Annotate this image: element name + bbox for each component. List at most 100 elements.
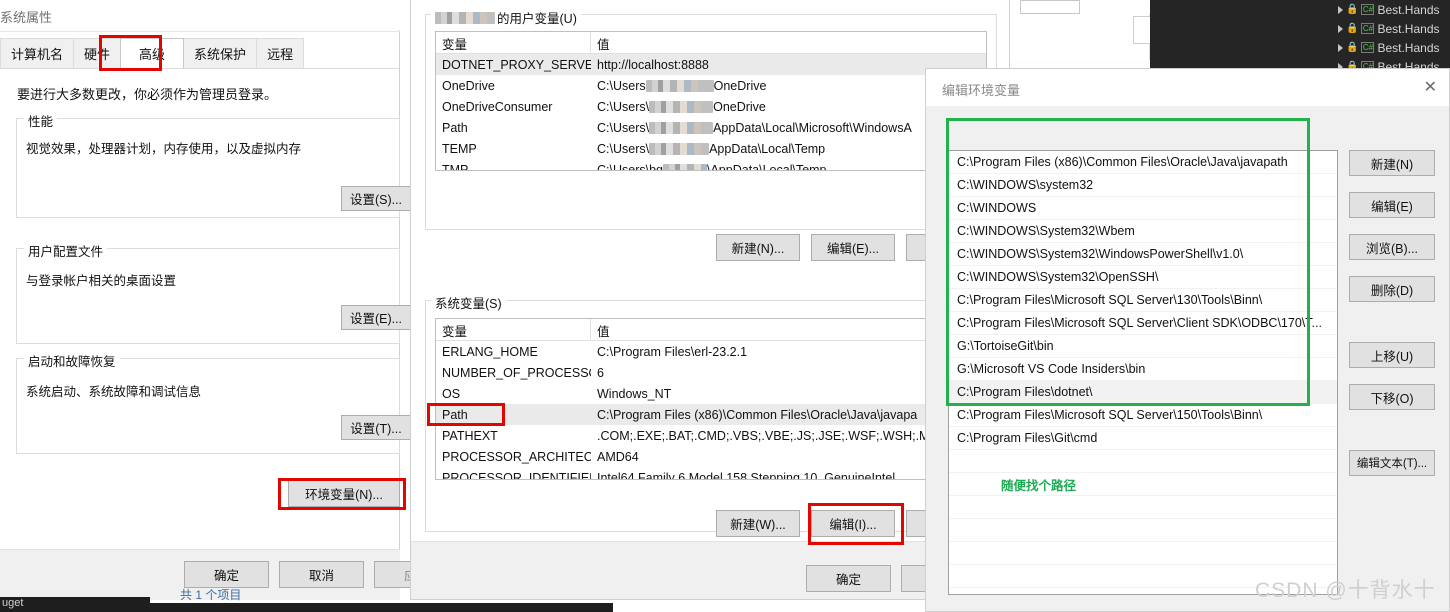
path-edit-text-button[interactable]: 编辑文本(T)... [1349, 450, 1435, 476]
system-properties-tabstrip: 计算机名 硬件 高级 系统保护 远程 [0, 38, 400, 68]
path-entries-list[interactable]: C:\Program Files (x86)\Common Files\Orac… [948, 150, 1338, 595]
variable-name: PROCESSOR_ARCHITECT... [442, 449, 591, 464]
cancel-button[interactable]: 取消 [279, 561, 364, 588]
environment-variables-dialog: 的用户变量(U) 变量 值 DOTNET_PROXY_SERVER http:/… [410, 0, 1010, 600]
path-new-button[interactable]: 新建(N) [1349, 150, 1435, 176]
system-variables-table[interactable]: 变量 值 ERLANG_HOME C:\Program Files\erl-23… [435, 318, 987, 480]
column-header-variable: 变量 [436, 319, 591, 340]
tab-remote[interactable]: 远程 [256, 38, 305, 68]
table-row[interactable]: DOTNET_PROXY_SERVER http://localhost:888… [436, 54, 986, 75]
table-row[interactable]: NUMBER_OF_PROCESSORS 6 [436, 362, 986, 383]
group-startup-recovery-text: 系统启动、系统故障和调试信息 [26, 385, 202, 399]
edit-dialog-side-buttons: 新建(N) 编辑(E) 浏览(B)... 删除(D) 上移(U) 下移(O) 编… [1349, 106, 1435, 492]
chevron-right-icon[interactable] [1338, 5, 1343, 14]
project-name: Best.Hands [1377, 2, 1440, 17]
list-item-empty[interactable] [949, 496, 1337, 519]
variable-name: TMP [442, 162, 469, 171]
path-delete-button[interactable]: 删除(D) [1349, 276, 1435, 302]
user-edit-button[interactable]: 编辑(E)... [811, 234, 895, 261]
path-move-down-button[interactable]: 下移(O) [1349, 384, 1435, 410]
masked-segment [663, 163, 707, 170]
list-item-empty[interactable] [949, 450, 1337, 473]
variable-name: TEMP [442, 141, 477, 156]
list-item[interactable]: 🔒 C# Best.Hands [1336, 38, 1450, 57]
table-row[interactable]: OS Windows_NT [436, 383, 986, 404]
tab-computer-name[interactable]: 计算机名 [0, 38, 75, 68]
list-item-empty[interactable] [949, 519, 1337, 542]
list-item-empty[interactable] [949, 588, 1337, 594]
table-header: 变量 值 [436, 319, 986, 341]
table-row[interactable]: PROCESSOR_ARCHITECT... AMD64 [436, 446, 986, 467]
list-item[interactable]: C:\Program Files (x86)\Common Files\Orac… [949, 151, 1337, 174]
list-item-empty[interactable] [949, 565, 1337, 588]
ok-button[interactable]: 确定 [184, 561, 269, 588]
column-header-value: 值 [597, 38, 610, 52]
background-item-count: 共 1 个项目 [180, 588, 242, 602]
variable-name: OS [442, 386, 461, 401]
group-performance-text: 视觉效果，处理器计划，内存使用，以及虚拟内存 [26, 142, 302, 156]
list-item[interactable]: C:\WINDOWS\System32\WindowsPowerShell\v1… [949, 243, 1337, 266]
background-window-panel-a [1020, 0, 1080, 14]
list-item[interactable]: C:\WINDOWS\System32\Wbem [949, 220, 1337, 243]
user-new-button[interactable]: 新建(N)... [716, 234, 800, 261]
table-row[interactable]: Path C:\Users\ AppData\Local\Microsoft\Wi… [436, 117, 986, 138]
path-browse-button[interactable]: 浏览(B)... [1349, 234, 1435, 260]
edit-dialog-title: 编辑环境变量 [942, 83, 1021, 98]
table-row[interactable]: TMP C:\Users\bg \AppData\Local\Temp [436, 159, 986, 171]
list-item[interactable]: 🔒 C# Best.Hands [1336, 0, 1450, 19]
env-ok-button[interactable]: 确定 [806, 565, 891, 592]
list-item[interactable]: C:\WINDOWS [949, 197, 1337, 220]
lock-icon: 🔒 [1346, 3, 1359, 15]
group-user-profiles-text: 与登录帐户相关的桌面设置 [26, 274, 177, 288]
column-header-variable: 变量 [436, 32, 591, 53]
close-icon[interactable]: ✕ [1424, 77, 1437, 97]
list-item[interactable]: C:\WINDOWS\system32 [949, 174, 1337, 197]
table-row[interactable]: TEMP C:\Users\ AppData\Local\Temp [436, 138, 986, 159]
startup-recovery-settings-button[interactable]: 设置(T)... [341, 415, 411, 440]
user-variables-table[interactable]: 变量 值 DOTNET_PROXY_SERVER http://localhos… [435, 31, 987, 171]
table-row[interactable]: ERLANG_HOME C:\Program Files\erl-23.2.1 [436, 341, 986, 362]
list-item[interactable]: C:\Program Files\Microsoft SQL Server\Cl… [949, 312, 1337, 335]
chevron-right-icon[interactable] [1338, 43, 1343, 52]
user-profiles-settings-button[interactable]: 设置(E)... [341, 305, 411, 330]
variable-name: OneDriveConsumer [442, 99, 553, 114]
path-move-up-button[interactable]: 上移(U) [1349, 342, 1435, 368]
system-new-button[interactable]: 新建(W)... [716, 510, 800, 537]
table-row-path[interactable]: Path C:\Program Files (x86)\Common Files… [436, 404, 986, 425]
edit-dialog-content: C:\Program Files (x86)\Common Files\Orac… [926, 106, 1449, 611]
environment-variables-button[interactable]: 环境变量(N)... [288, 480, 400, 507]
list-item[interactable]: G:\TortoiseGit\bin [949, 335, 1337, 358]
tab-hardware[interactable]: 硬件 [73, 38, 122, 68]
list-item-empty[interactable] [949, 542, 1337, 565]
path-edit-button[interactable]: 编辑(E) [1349, 192, 1435, 218]
chevron-right-icon[interactable] [1338, 24, 1343, 33]
solution-explorer-list: 🔒 C# Best.Hands 🔒 C# Best.Hands 🔒 C# Bes… [1336, 0, 1450, 76]
list-item[interactable]: C:\WINDOWS\System32\OpenSSH\ [949, 266, 1337, 289]
masked-segment [649, 121, 714, 134]
list-item[interactable]: G:\Microsoft VS Code Insiders\bin [949, 358, 1337, 381]
variable-name: PROCESSOR_IDENTIFIER [442, 470, 591, 480]
user-variables-legend-text: 的用户变量(U) [497, 12, 577, 26]
list-item[interactable]: C:\Program Files\Microsoft SQL Server\13… [949, 289, 1337, 312]
system-properties-dialog: 系统属性 计算机名 硬件 高级 系统保护 远程 要进行大多数更改，你必须作为管理… [0, 0, 459, 600]
list-item[interactable]: 🔒 C# Best.Hands [1336, 19, 1450, 38]
masked-segment [645, 79, 714, 92]
project-name: Best.Hands [1377, 21, 1440, 36]
screenshot-root: ⚲ – □ ✕ ? 🔒 C# Best.Hands 🔒 C# Best.Hand… [0, 0, 1450, 612]
tab-advanced[interactable]: 高级 [120, 38, 185, 68]
csharp-project-icon: C# [1361, 4, 1375, 15]
table-row[interactable]: PATHEXT .COM;.EXE;.BAT;.CMD;.VBS;.VBE;.J… [436, 425, 986, 446]
performance-settings-button[interactable]: 设置(S)... [341, 186, 411, 211]
tab-system-protection[interactable]: 系统保护 [183, 38, 258, 68]
list-item[interactable]: C:\Program Files\Microsoft SQL Server\15… [949, 404, 1337, 427]
group-user-variables-legend: 的用户变量(U) [431, 8, 581, 27]
table-row[interactable]: PROCESSOR_IDENTIFIER Intel64 Family 6 Mo… [436, 467, 986, 480]
system-edit-button[interactable]: 编辑(I)... [811, 510, 895, 537]
edit-environment-variable-dialog: 编辑环境变量 ✕ C:\Program Files (x86)\Common F… [925, 68, 1450, 612]
masked-segment [649, 142, 710, 155]
table-row[interactable]: OneDriveConsumer C:\Users\ OneDrive [436, 96, 986, 117]
table-row[interactable]: OneDrive C:\Users OneDrive [436, 75, 986, 96]
list-item[interactable]: C:\Program Files\Git\cmd [949, 427, 1337, 450]
annotation-text: 随便找个路径 [949, 473, 1337, 496]
list-item-selected[interactable]: C:\Program Files\dotnet\ [949, 381, 1337, 404]
